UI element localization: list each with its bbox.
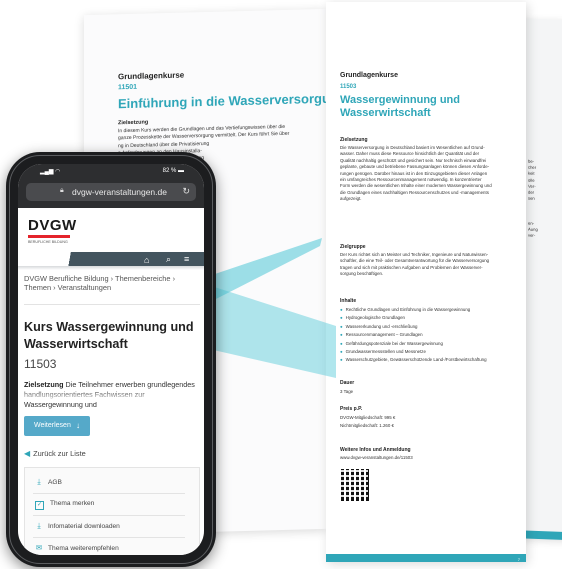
back-page-text: be-cher keit olle Ver-der sen en- Aung ver- (528, 159, 562, 241)
text-line: Form werden die wesentlichen Inhalte ein… (340, 183, 492, 189)
phone-screen: ▂▄▆ ◠ 82 % ▬ 🔒︎ dvgw-veranstaltungen.de … (18, 164, 204, 555)
text-line: aufgezeigt. (340, 196, 362, 202)
url-text: dvgw-veranstaltungen.de (72, 187, 167, 197)
info-url: www.dvgw-veranstaltungen.de/11503 (340, 455, 413, 460)
right-page-course-number: 11503 (340, 84, 357, 90)
left-page-course-number: 11501 (118, 83, 138, 92)
dvgw-logo[interactable]: DVGW BERUFLICHE BILDUNG (28, 217, 77, 244)
right-page-eyebrow: Grundlagenkurse (340, 72, 398, 79)
read-more-button[interactable]: Weiterlesen ↓ (24, 416, 90, 436)
home-icon[interactable]: ⌂ (144, 255, 149, 265)
breadcrumb[interactable]: DVGW Berufliche Bildung › Themenbereiche… (24, 274, 200, 292)
goal-text: Die Wasserversorgung in Deutschland basi… (340, 145, 516, 203)
site-header: DVGW BERUFLICHE BILDUNG ⌂ ⌕ ≡ (18, 208, 204, 270)
contents-item: Grundwassermessstellen und Messnetze (340, 348, 520, 356)
contents-item: Rechtliche Grundlagen und Einführung in … (340, 306, 520, 314)
right-page-number: 7 (517, 557, 520, 562)
reload-icon[interactable]: ↻ (182, 186, 190, 197)
right-page-footer-bar: 7 (326, 554, 526, 562)
duration-label: Dauer (340, 380, 355, 386)
actions-panel: ⤓ AGB ✓ Thema merken ⤓ Infomaterial downloa… (24, 467, 200, 555)
action-agb[interactable]: ⤓ AGB (33, 472, 183, 492)
logo-red-bar (28, 235, 70, 238)
duration-value: 3 Tage (340, 389, 354, 394)
left-page-title: Einführung in die Wasserversorgung (118, 90, 346, 112)
lock-icon: 🔒︎ (60, 187, 64, 194)
contents-list: Rechtliche Grundlagen und Einführung in … (340, 306, 520, 365)
audience-text: Der Kurs richtet sich an Meister und Tec… (340, 252, 516, 278)
download-icon: ⤓ (37, 521, 41, 530)
summary-fade (18, 390, 204, 402)
scene: be-cherkeitolleVer-dersen en-Aungver- 9 … (0, 0, 562, 569)
action-recommend-label: Thema weiterempfehlen (48, 545, 119, 552)
action-agb-label: AGB (48, 479, 62, 486)
contents-item: Wasserschutzgebiete, Gewässerschützende … (340, 356, 520, 364)
url-bar[interactable]: 🔒︎ dvgw-veranstaltungen.de ↻ (26, 183, 196, 201)
action-download-info[interactable]: ⤓ Infomaterial downloaden (33, 516, 183, 536)
menu-icon[interactable]: ≡ (184, 254, 189, 264)
action-download-label: Infomaterial downloaden (48, 523, 120, 530)
logo-subtitle: BERUFLICHE BILDUNG (28, 240, 68, 244)
action-bookmark-topic[interactable]: ✓ Thema merken (33, 494, 183, 514)
back-to-list-link[interactable]: ◀︎ Zurück zur Liste (24, 449, 86, 458)
contents-item: Gefährdungspotenziale bei der Wassergewi… (340, 340, 520, 348)
course-title: Kurs Wassergewinnung und Wasserwirtschaf… (24, 320, 194, 351)
right-page-title: Wassergewinnung und Wasserwirtschaft (340, 94, 460, 119)
browser-chrome: ▂▄▆ ◠ 82 % ▬ 🔒︎ dvgw-veranstaltungen.de … (18, 164, 204, 208)
arrow-down-icon: ↓ (76, 421, 80, 430)
contents-item: Hydrogeologische Grundlagen (340, 314, 520, 322)
checkbox-icon: ✓ (35, 501, 44, 510)
text-line: sorgung beschäftigen. (340, 271, 384, 277)
envelope-icon: ✉ (35, 543, 43, 552)
breadcrumb-divider (24, 304, 200, 305)
nav-bar-shadow (18, 266, 204, 270)
summary-label: Zielsetzung (24, 380, 64, 389)
left-page-eyebrow: Grundlagenkurse (118, 70, 185, 82)
battery-indicator: 82 % ▬ (162, 168, 184, 174)
goal-label: Zielsetzung (340, 137, 368, 143)
smartphone: ▂▄▆ ◠ 82 % ▬ 🔒︎ dvgw-veranstaltungen.de … (6, 152, 216, 567)
read-more-label: Weiterlesen (34, 422, 71, 429)
course-number: 11503 (24, 357, 57, 371)
search-icon[interactable]: ⌕ (166, 254, 171, 265)
text-line: ver- (528, 233, 536, 239)
download-icon: ⤓ (37, 477, 41, 486)
price-members: DVGW-Mitgliedschaft: 995 € (340, 415, 396, 420)
action-recommend-topic[interactable]: ✉ Thema weiterempfehlen (33, 538, 183, 555)
action-bookmark-label: Thema merken (50, 500, 95, 507)
logo-text: DVGW (28, 217, 77, 234)
qr-code-pattern (340, 468, 368, 500)
info-label: Weitere Infos und Anmeldung (340, 447, 411, 453)
contents-item: Wassererkundung und -erschließung (340, 323, 520, 331)
left-page-section-label: Zielsetzung (118, 119, 149, 127)
price-nonmembers: Nichtmitgliedschaft: 1.260 € (340, 423, 394, 428)
contents-label: Inhalte (340, 298, 357, 304)
price-label: Preis p.P. (340, 406, 363, 412)
signal-icon: ▂▄▆ ◠ (40, 169, 61, 175)
audience-label: Zielgruppe (340, 244, 366, 250)
brochure-right-page: Grundlagenkurse 11503 Wassergewinnung un… (326, 2, 526, 562)
circle-arrow-left-icon: ◀︎ (24, 449, 31, 458)
contents-item: Ressourcenmanagement – Grundlagen (340, 331, 520, 339)
status-bar: ▂▄▆ ◠ 82 % ▬ (18, 164, 204, 180)
back-to-list-label: Zurück zur Liste (33, 449, 86, 458)
